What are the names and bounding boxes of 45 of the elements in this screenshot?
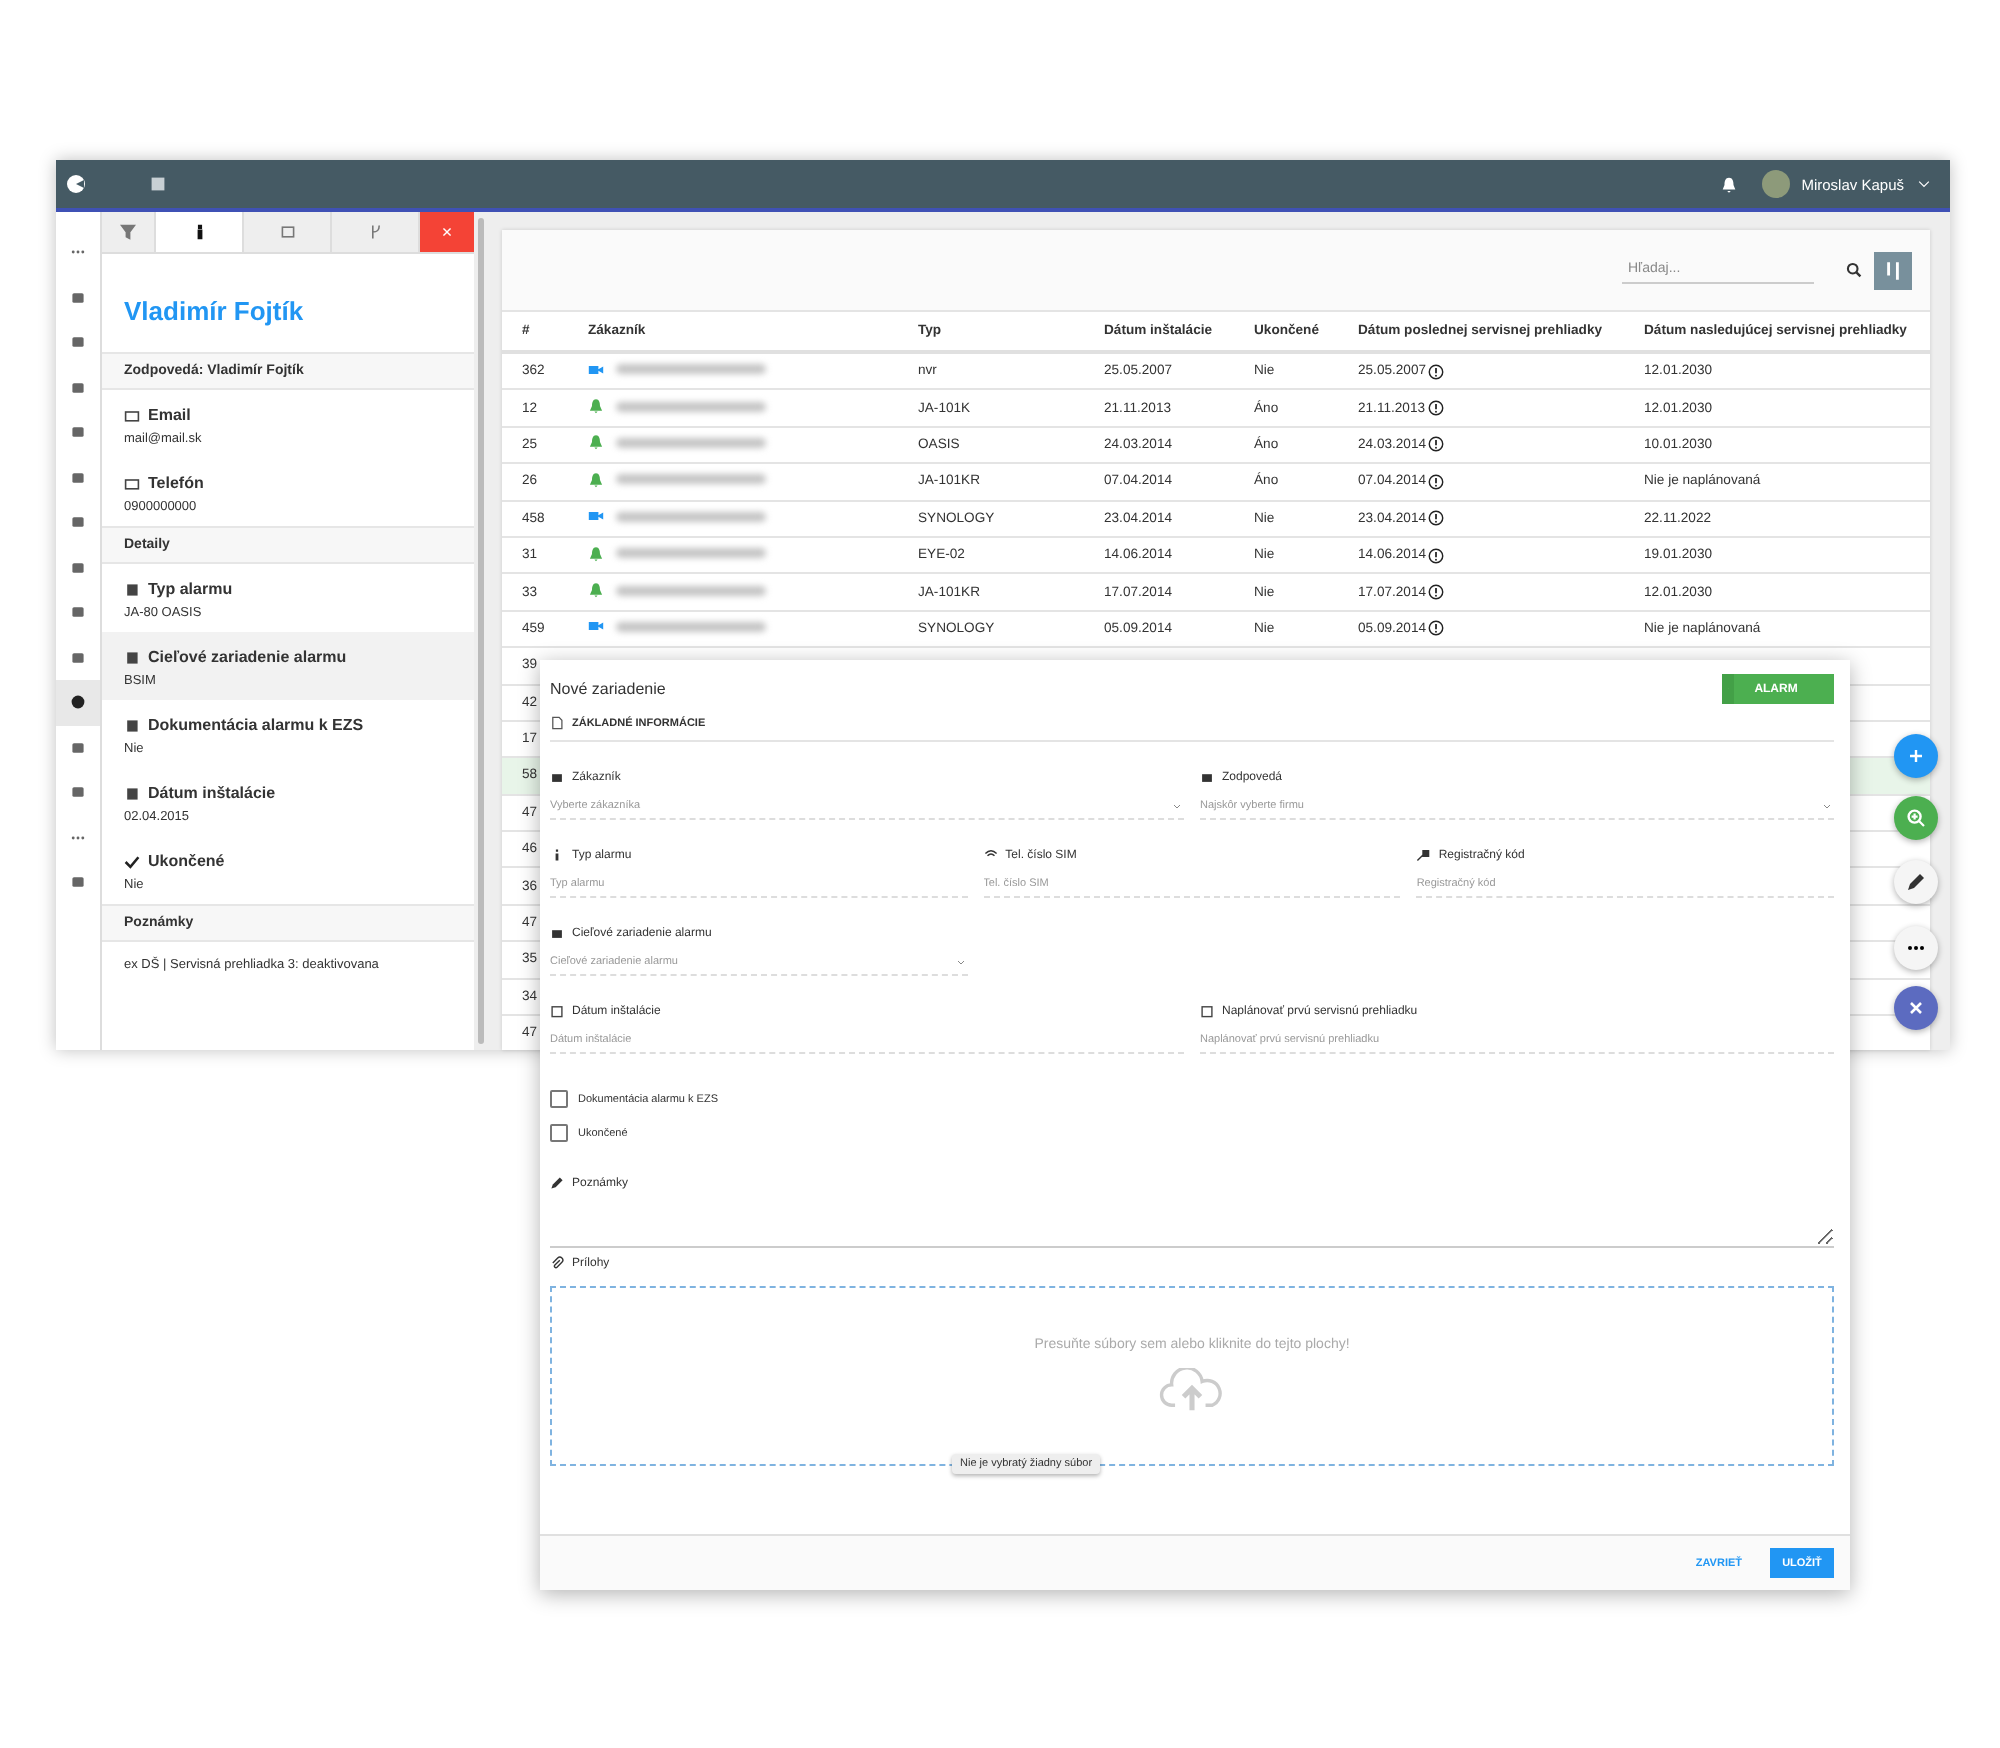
logo-icon xyxy=(66,174,86,194)
field-label: Cieľové zariadenie alarmu xyxy=(148,648,347,666)
pencil-icon xyxy=(550,1176,564,1190)
sort-button[interactable] xyxy=(1874,251,1912,289)
wifi-icon xyxy=(983,848,998,862)
field-label: Ukončené xyxy=(148,852,225,870)
field-label: Email xyxy=(148,406,191,424)
menu-icon[interactable] xyxy=(150,176,166,192)
checkmark-icon xyxy=(124,853,140,869)
zoom-in-icon xyxy=(1906,808,1926,828)
plus-icon xyxy=(1906,746,1926,766)
bell-icon[interactable] xyxy=(1719,175,1738,193)
envelope-icon xyxy=(124,407,140,423)
search-icon[interactable] xyxy=(1846,262,1862,278)
person-name: Vladimír Fojtík xyxy=(122,294,306,330)
branch-icon xyxy=(367,224,383,240)
checkbox[interactable] xyxy=(550,1124,568,1142)
selected-nav-item[interactable] xyxy=(56,680,100,725)
close-button[interactable]: × xyxy=(420,212,474,252)
field-label: Dátum inštalácie xyxy=(148,784,276,802)
field-label: Telefón xyxy=(148,474,204,492)
key-icon xyxy=(1416,848,1431,862)
pencil-icon xyxy=(1906,872,1926,892)
exclamation-circle-icon[interactable] xyxy=(1428,547,1445,564)
close-icon xyxy=(1906,998,1926,1018)
exclamation-circle-icon[interactable] xyxy=(1428,510,1445,527)
filter-icon xyxy=(120,224,136,240)
field-label: Dokumentácia alarmu k EZS xyxy=(148,716,364,734)
exclamation-circle-icon[interactable] xyxy=(1428,473,1445,490)
sort-icon xyxy=(1882,259,1904,281)
record-icon[interactable] xyxy=(70,694,86,711)
bell-icon xyxy=(1722,674,1735,704)
field-label: Typ alarmu xyxy=(148,580,233,598)
cloud-upload-icon xyxy=(1158,1368,1226,1412)
exclamation-circle-icon[interactable] xyxy=(1428,584,1445,601)
exclamation-circle-icon[interactable] xyxy=(1427,400,1444,417)
info-tab[interactable] xyxy=(156,212,244,252)
checkbox[interactable] xyxy=(550,1090,568,1108)
exclamation-circle-icon[interactable] xyxy=(1428,436,1445,453)
document-icon xyxy=(550,716,564,730)
scrollbar[interactable] xyxy=(478,218,484,1044)
paperclip-icon xyxy=(550,1256,564,1270)
exclamation-circle-icon[interactable] xyxy=(1428,620,1445,637)
exclamation-circle-icon[interactable] xyxy=(1428,363,1445,380)
checklist-icon xyxy=(279,224,295,240)
